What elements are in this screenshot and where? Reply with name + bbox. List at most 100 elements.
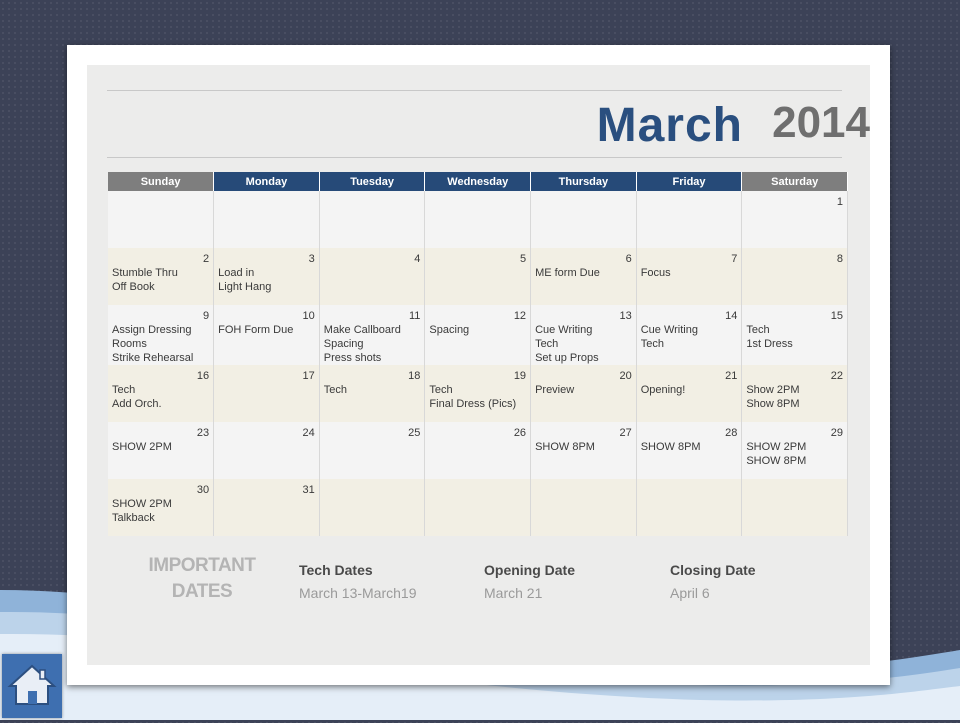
day-cell: 8 — [741, 248, 848, 305]
day-events — [425, 439, 530, 440]
day-events: Make Callboard Spacing Press shots — [323, 324, 401, 364]
day-number: 21 — [725, 370, 738, 382]
day-number: 11 — [409, 310, 421, 322]
day-number: 13 — [619, 310, 632, 322]
day-number — [425, 191, 530, 208]
day-cell — [108, 191, 215, 248]
day-events: Opening! — [640, 384, 686, 396]
day-number: 7 — [731, 253, 738, 265]
month-title: March — [596, 99, 743, 152]
home-button[interactable] — [2, 654, 62, 718]
day-number: 16 — [196, 370, 210, 382]
day-cell — [636, 191, 743, 248]
week-row: 16 Tech Add Orch. 17 18 Tech 19 Tech Final Dre… — [108, 365, 848, 422]
day-number — [531, 191, 636, 208]
day-number: 14 — [725, 310, 738, 322]
day-events: SHOW 2PM — [112, 441, 172, 453]
day-number: 29 — [830, 427, 843, 439]
day-events — [108, 208, 213, 209]
year-title: 2014 — [772, 98, 870, 147]
day-cell — [319, 479, 426, 536]
day-cell: 29 SHOW 2PM SHOW 8PM — [741, 422, 848, 479]
slide-frame: March 2014 Sunday Monday Tuesday Wednesd… — [67, 45, 890, 685]
day-number — [320, 479, 425, 496]
important-dates-heading: IMPORTANT DATES — [137, 553, 267, 605]
week-row: 2 Stumble Thru Off Book 3 Load in Light Han… — [108, 248, 848, 305]
top-divider — [107, 90, 842, 91]
tech-dates-label: Tech Dates — [299, 562, 373, 578]
day-number: 30 — [196, 484, 210, 496]
day-number — [531, 479, 636, 496]
day-cell: 6 ME form Due — [530, 248, 637, 305]
day-events: SHOW 2PM Talkback — [112, 498, 172, 524]
day-events: ME form Due — [535, 267, 600, 279]
home-icon — [7, 664, 57, 705]
day-number: 23 — [196, 427, 210, 439]
day-number — [108, 191, 213, 208]
day-events: SHOW 8PM — [535, 441, 595, 453]
day-cell: 18 Tech — [319, 365, 426, 422]
day-number — [214, 191, 319, 208]
weekday-header: Tuesday — [319, 172, 426, 191]
day-events: FOH Form Due — [218, 324, 294, 336]
day-cell: 26 — [424, 422, 532, 479]
week-row: 30 SHOW 2PM Talkback 31 — [108, 479, 848, 536]
day-number: 31 — [302, 484, 315, 496]
day-events — [425, 496, 530, 497]
day-cell — [424, 479, 532, 536]
day-cell: 14 Cue Writing Tech — [636, 305, 743, 365]
day-cell — [319, 191, 426, 248]
day-number: 22 — [830, 370, 843, 382]
closing-date-value: April 6 — [670, 585, 710, 601]
day-cell: 9 Assign Dressing Rooms Strike Rehearsal — [108, 305, 215, 365]
day-cell — [636, 479, 743, 536]
day-events: Tech — [323, 384, 348, 396]
day-events: Focus — [640, 267, 671, 279]
day-events — [214, 208, 319, 209]
day-number: 28 — [725, 427, 738, 439]
important-heading-line1: IMPORTANT — [148, 555, 256, 576]
day-cell: 27 SHOW 8PM — [530, 422, 637, 479]
closing-date-label: Closing Date — [670, 562, 756, 578]
day-cell: 7 Focus — [636, 248, 743, 305]
day-events: Load in Light Hang — [218, 267, 272, 293]
day-cell: 10 FOH Form Due — [213, 305, 320, 365]
day-number: 1 — [836, 196, 843, 208]
day-events — [320, 208, 425, 209]
day-cell: 5 — [424, 248, 532, 305]
day-cell: 16 Tech Add Orch. — [108, 365, 215, 422]
important-heading-line2: DATES — [171, 581, 233, 602]
weekday-header: Saturday — [741, 172, 848, 191]
day-number: 19 — [513, 370, 527, 382]
day-events — [320, 496, 425, 497]
day-cell — [424, 191, 532, 248]
day-events — [320, 265, 425, 266]
day-events: Show 2PM Show 8PM — [746, 384, 800, 410]
day-number — [742, 479, 847, 496]
day-cell: 23 SHOW 2PM — [108, 422, 215, 479]
day-number: 9 — [203, 310, 210, 322]
week-row: 23 SHOW 2PM 24 25 26 27 SHOW 8PM 28 SHOW 8PM 29 SH… — [108, 422, 848, 479]
day-cell: 13 Cue Writing Tech Set up Props — [530, 305, 637, 365]
day-number: 15 — [830, 310, 843, 322]
day-number — [637, 191, 742, 208]
day-events — [214, 382, 319, 383]
day-number: 5 — [519, 253, 527, 265]
day-cell: 19 Tech Final Dress (Pics) — [424, 365, 532, 422]
day-cell: 22 Show 2PM Show 8PM — [741, 365, 848, 422]
weekday-header: Monday — [213, 172, 320, 191]
day-cell — [741, 479, 848, 536]
day-cell — [213, 191, 320, 248]
day-cell: 11 Make Callboard Spacing Press shots — [319, 305, 426, 365]
day-number — [637, 479, 742, 496]
day-events — [637, 208, 742, 209]
day-events: Spacing — [429, 324, 470, 336]
day-number — [425, 479, 530, 496]
title-divider — [107, 157, 842, 158]
day-events — [531, 208, 636, 209]
day-cell: 17 — [213, 365, 320, 422]
day-number: 3 — [308, 253, 315, 265]
day-cell: 1 — [741, 191, 848, 248]
day-number: 24 — [302, 427, 315, 439]
day-number: 2 — [203, 253, 210, 265]
